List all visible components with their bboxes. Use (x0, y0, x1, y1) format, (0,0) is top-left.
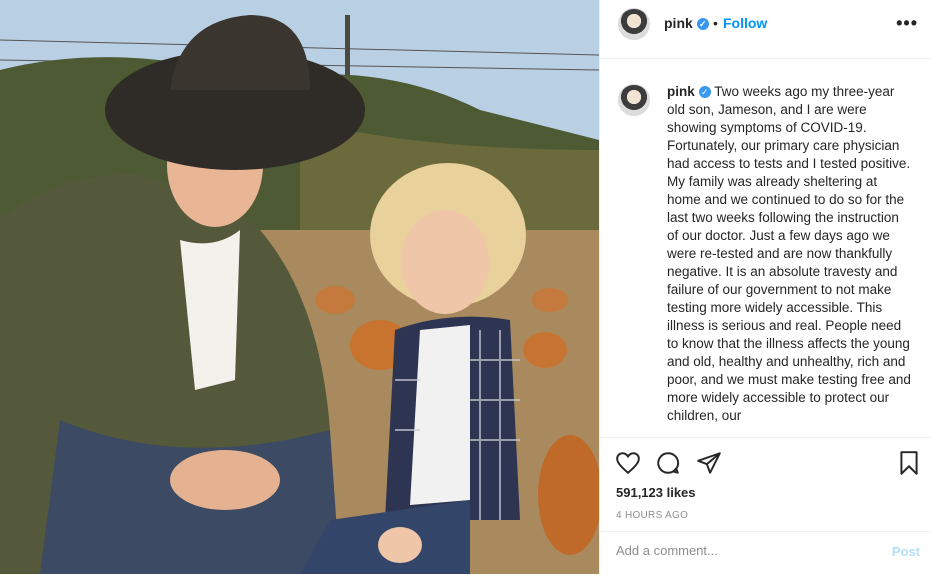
post-panel: pink ✓ • Follow ••• pink ✓ Two weeks ago m… (599, 0, 931, 574)
more-options-icon[interactable]: ••• (896, 13, 918, 34)
post-comment-button[interactable]: Post (892, 544, 920, 559)
post-actions: 591,123 likes 4 HOURS AGO (600, 437, 931, 533)
verified-badge-icon: ✓ (696, 18, 709, 31)
photo-illustration (0, 0, 599, 574)
header-username[interactable]: pink ✓ (664, 15, 709, 31)
caption-area[interactable]: pink ✓ Two weeks ago my three-year old so… (600, 59, 931, 437)
bookmark-icon[interactable] (896, 450, 922, 476)
post-timestamp[interactable]: 4 HOURS AGO (616, 510, 688, 521)
comment-box: Post (600, 531, 931, 575)
post-photo[interactable] (0, 0, 599, 574)
caption-text: Two weeks ago my three-year old son, Jam… (667, 84, 911, 423)
avatar[interactable] (618, 8, 650, 40)
caption-username[interactable]: pink (667, 84, 695, 99)
heart-icon[interactable] (615, 450, 641, 476)
username-text[interactable]: pink (664, 15, 693, 31)
post-header: pink ✓ • Follow ••• (600, 0, 931, 59)
follow-button[interactable]: Follow (723, 15, 767, 31)
separator-dot: • (713, 15, 718, 31)
verified-badge-icon: ✓ (698, 86, 711, 99)
caption-avatar[interactable] (618, 84, 650, 116)
comment-icon[interactable] (655, 450, 681, 476)
share-icon[interactable] (696, 450, 722, 476)
comment-input[interactable] (616, 543, 866, 558)
caption: pink ✓ Two weeks ago my three-year old so… (667, 83, 911, 425)
likes-count[interactable]: 591,123 likes (616, 485, 696, 500)
